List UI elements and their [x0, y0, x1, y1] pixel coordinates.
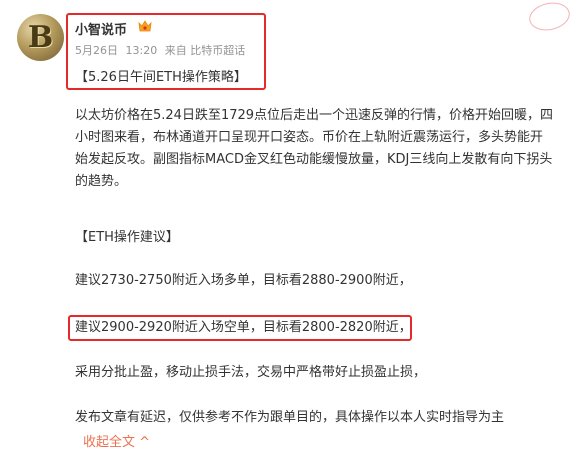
sell-advice: 建议2900-2920附近入场空单，目标看2800-2820附近， — [75, 320, 412, 335]
collapse-full-text-link[interactable]: 收起全文 ^ — [83, 431, 150, 450]
bitcoin-coin-icon: B — [27, 20, 54, 55]
weibo-post: B 小智说币 5月26日 13:20 来自 比特币超话 【5.26日午间ETH操… — [0, 0, 577, 454]
disclaimer: 发布文章有延迟，仅供参考不作为跟单目的，具体操作以本人实时指导为主 — [75, 410, 505, 425]
post-date[interactable]: 5月26日 — [75, 44, 118, 57]
post-title: 【5.26日午间ETH操作策略】 — [75, 70, 247, 85]
chevron-up-icon: ^ — [139, 435, 151, 450]
watermark-stamp — [526, 0, 573, 34]
author-name[interactable]: 小智说币 — [75, 19, 127, 38]
buy-advice: 建议2730-2750附近入场多单，目标看2880-2900附近， — [75, 273, 412, 288]
vip-badge-icon[interactable] — [137, 19, 153, 33]
collapse-label: 收起全文 — [83, 435, 136, 450]
avatar[interactable]: B — [17, 14, 64, 61]
analysis-paragraph: 以太坊价格在5.24日跌至1729点位后走出一个迅速反弹的行情，价格开始回暖，四… — [75, 108, 554, 189]
post-meta: 5月26日 13:20 来自 比特币超话 — [75, 42, 245, 58]
section-header: 【ETH操作建议】 — [75, 230, 179, 245]
post-time[interactable]: 13:20 — [126, 44, 158, 57]
trading-tips: 采用分批止盈，移动止损手法，交易中严格带好止损盈止损， — [75, 365, 427, 380]
post-source[interactable]: 来自 比特币超话 — [165, 44, 246, 57]
